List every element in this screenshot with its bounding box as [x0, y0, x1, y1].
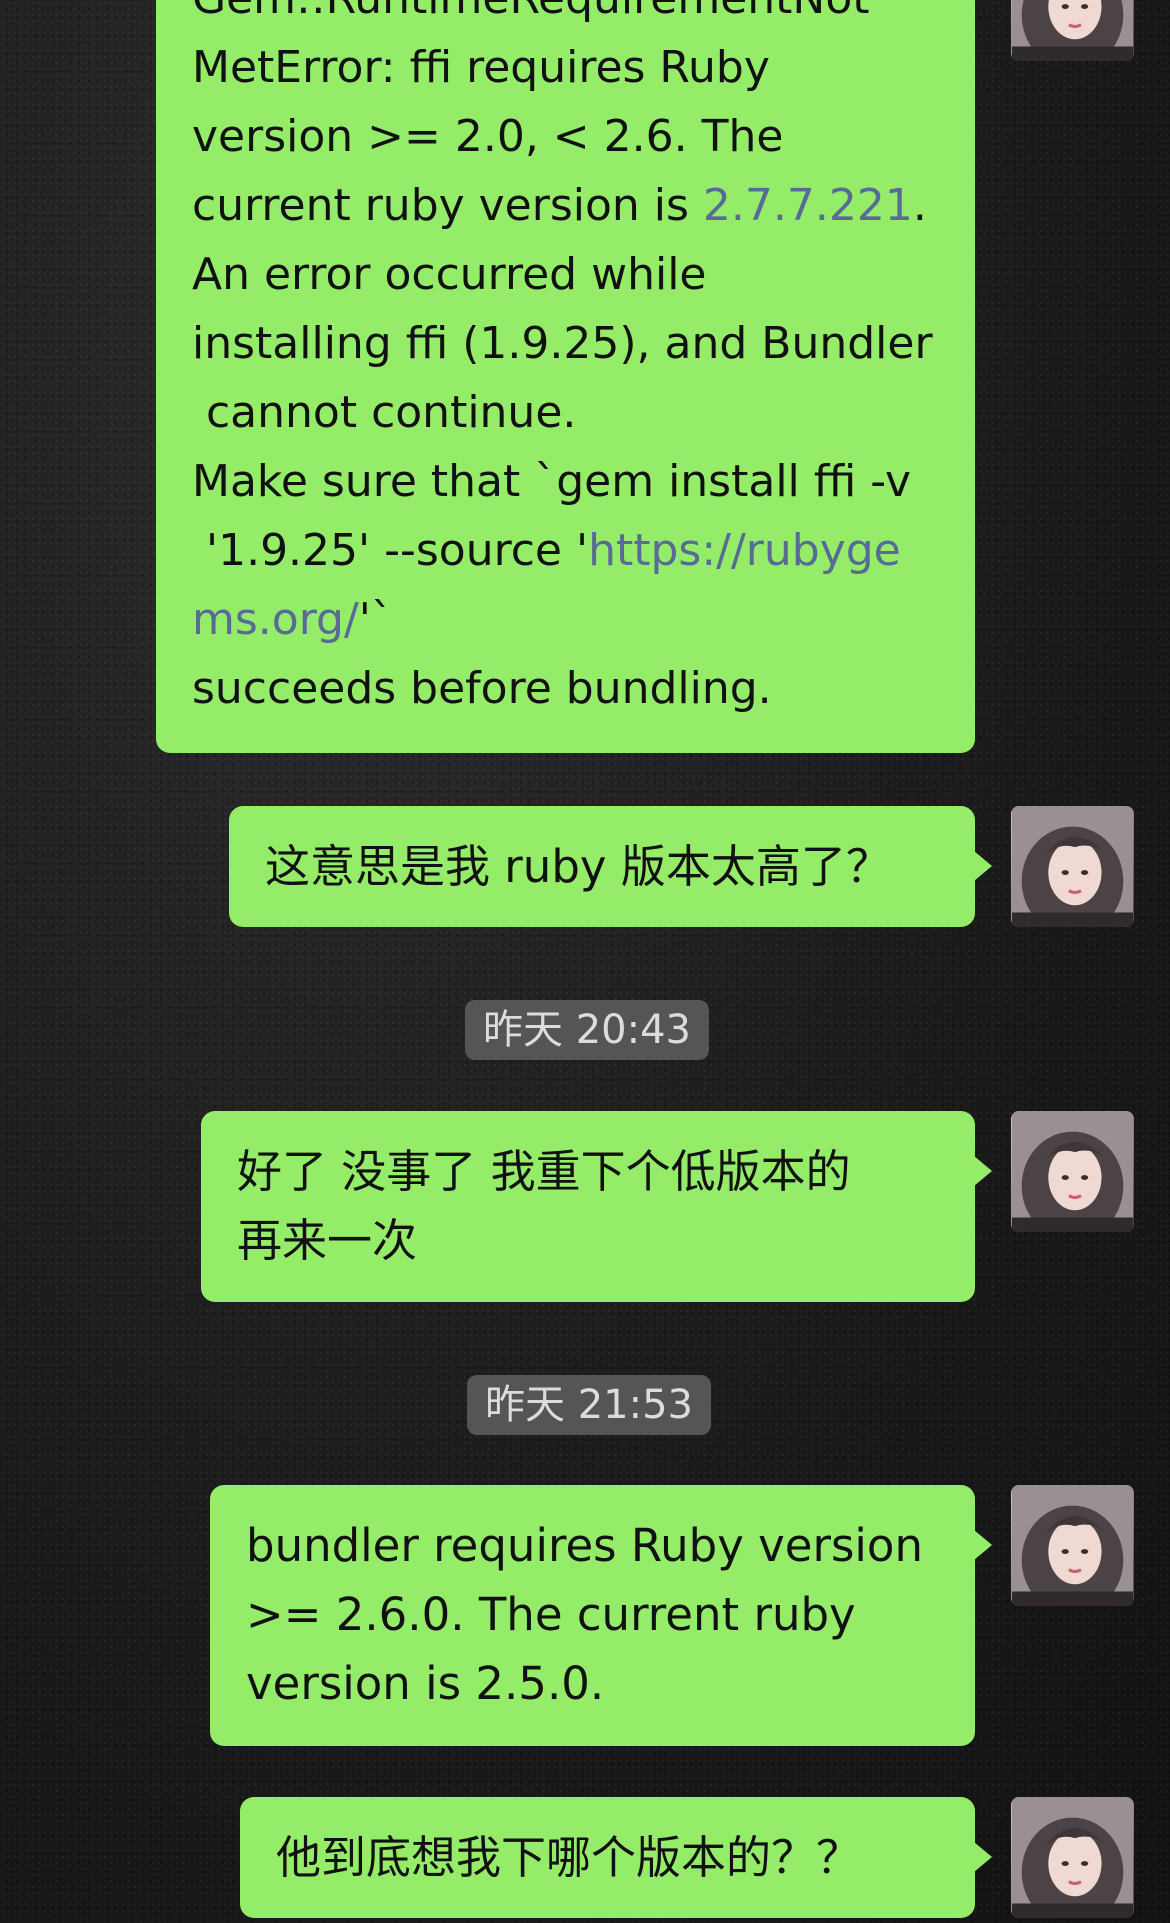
message-line: An error occurred while [192, 240, 939, 309]
message-text: MetError: ffi requires Ruby [192, 42, 770, 93]
message-line: '1.9.25' --source 'https://rubyge [192, 516, 939, 585]
message-text: current ruby version is [192, 180, 703, 231]
message-line: 好了 没事了 我重下个低版本的 [237, 1137, 939, 1206]
message-text: bundler requires Ruby version [246, 1519, 923, 1572]
timestamp: 昨天 20:43 [465, 1000, 709, 1060]
message-link[interactable]: ms.org/ [192, 594, 359, 645]
message-text: Make sure that `gem install ffi -v [192, 456, 912, 507]
message-bubble-bundler-error[interactable]: bundler requires Ruby version >= 2.6.0. T… [210, 1485, 992, 1746]
user-avatar-icon [1012, 1111, 1133, 1232]
message-text: version is 2.5.0. [246, 1657, 605, 1710]
message-bubble-ruby-error[interactable]: Gem::RuntimeRequirementNotMetError: ffi … [156, 0, 975, 753]
timestamp: 昨天 21:53 [467, 1375, 711, 1435]
message-text: Gem::RuntimeRequirementNot [192, 0, 870, 24]
message-link[interactable]: https://rubyge [588, 525, 901, 576]
message-bubble-reinstall[interactable]: 好了 没事了 我重下个低版本的 再来一次 [201, 1111, 992, 1302]
user-avatar-icon [1012, 1485, 1133, 1606]
message-text: installing ffi (1.9.25), and Bundler [192, 318, 933, 369]
message-text: '` [358, 594, 393, 645]
message-text: version >= 2.0, < 2.6. The [192, 111, 784, 162]
message-text: succeeds before bundling. [192, 663, 772, 714]
message-line: succeeds before bundling. [192, 654, 939, 723]
message-line: version >= 2.0, < 2.6. The [192, 102, 939, 171]
message-text: >= 2.6.0. The current ruby [246, 1588, 856, 1641]
message-bubble-question-version[interactable]: 这意思是我 ruby 版本太高了？ [229, 806, 992, 927]
message-bubble-which-version[interactable]: 他到底想我下哪个版本的？？ [240, 1797, 992, 1918]
message-line: >= 2.6.0. The current ruby [246, 1580, 939, 1649]
message-line: Gem::RuntimeRequirementNot [192, 0, 939, 33]
message-text: . [912, 180, 927, 231]
message-line: cannot continue. [192, 378, 939, 447]
message-link[interactable]: 2.7.7.221 [703, 180, 913, 231]
message-line: 再来一次 [237, 1206, 939, 1275]
message-line: installing ffi (1.9.25), and Bundler [192, 309, 939, 378]
message-line: 他到底想我下哪个版本的？？ [276, 1823, 939, 1892]
message-text: An error occurred while [192, 249, 707, 300]
message-text: 好了 没事了 我重下个低版本的 [237, 1145, 851, 1198]
user-avatar[interactable] [1011, 1485, 1134, 1606]
message-text: 这意思是我 ruby 版本太高了？ [265, 840, 891, 893]
message-line: 这意思是我 ruby 版本太高了？ [265, 832, 939, 901]
message-line: current ruby version is 2.7.7.221. [192, 171, 939, 240]
user-avatar-icon [1012, 806, 1133, 927]
message-text: '1.9.25' --source ' [192, 525, 589, 576]
message-line: bundler requires Ruby version [246, 1511, 939, 1580]
message-line: ms.org/'` [192, 585, 939, 654]
user-avatar-icon [1012, 1797, 1133, 1918]
message-line: MetError: ffi requires Ruby [192, 33, 939, 102]
user-avatar[interactable] [1011, 1111, 1134, 1232]
user-avatar-icon [1012, 0, 1133, 61]
message-text: cannot continue. [192, 387, 577, 438]
user-avatar[interactable] [1011, 0, 1134, 61]
message-text: 他到底想我下哪个版本的？？ [276, 1831, 862, 1884]
message-text: 再来一次 [237, 1214, 418, 1267]
user-avatar[interactable] [1011, 806, 1134, 927]
message-line: Make sure that `gem install ffi -v [192, 447, 939, 516]
user-avatar[interactable] [1011, 1797, 1134, 1918]
message-line: version is 2.5.0. [246, 1649, 939, 1718]
